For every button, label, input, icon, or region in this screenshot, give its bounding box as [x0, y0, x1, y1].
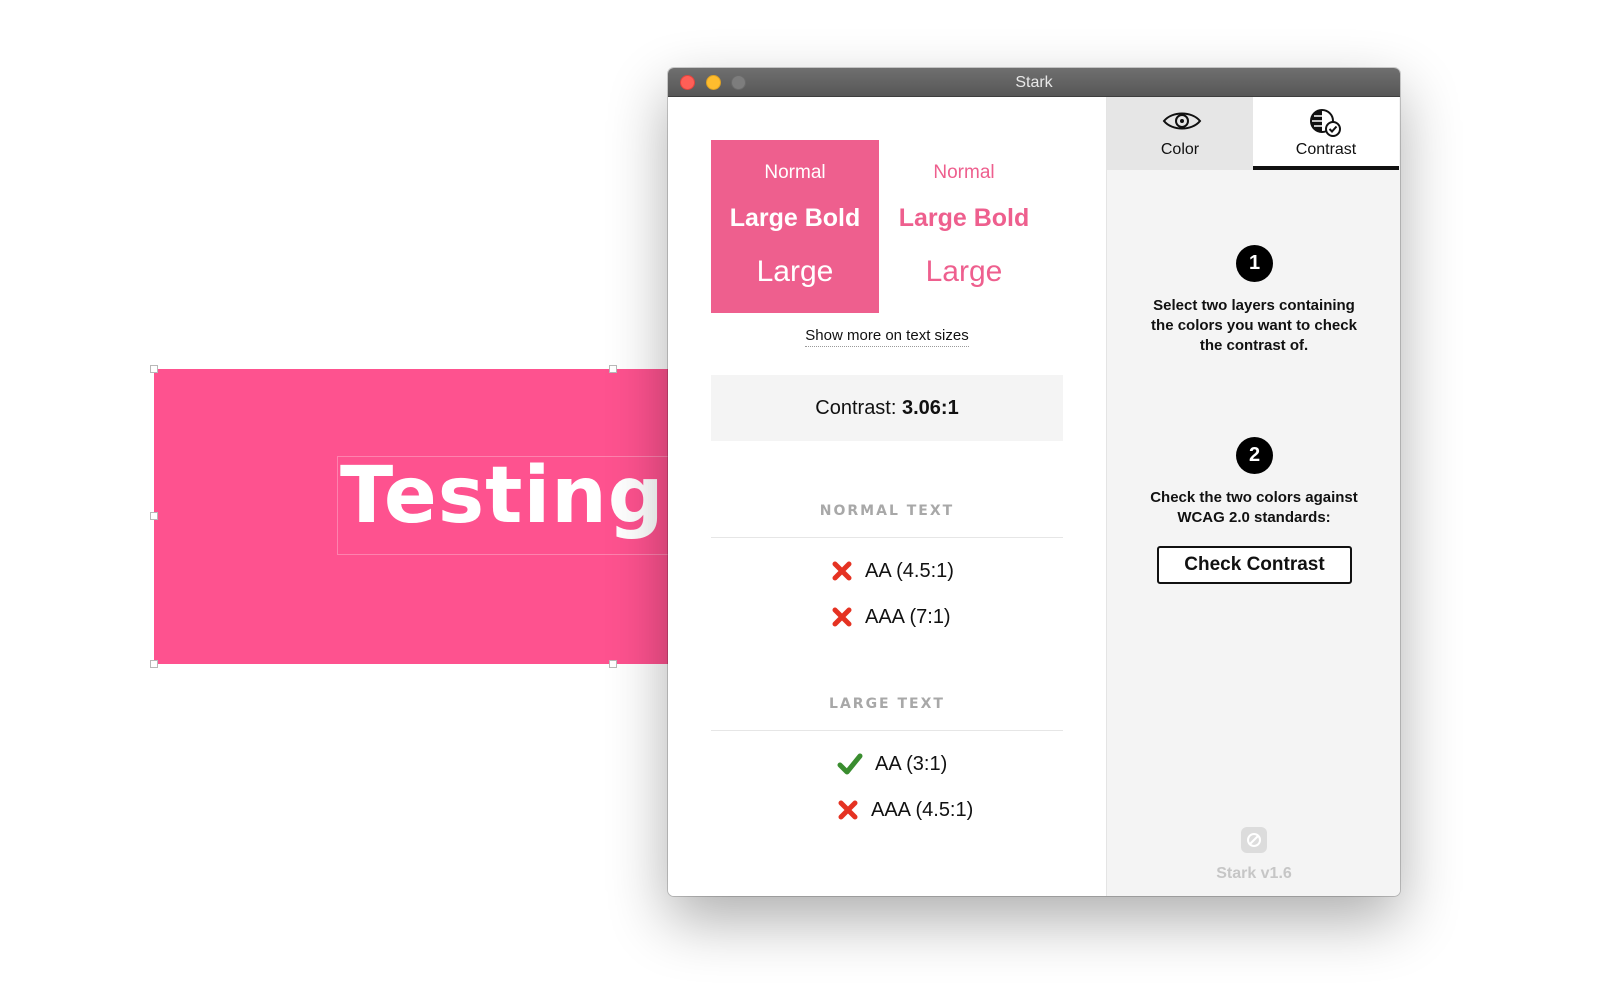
resize-handle-bottom-middle[interactable]	[609, 660, 617, 668]
fail-x-icon	[838, 800, 858, 820]
resize-handle-top-middle[interactable]	[609, 365, 617, 373]
sample-large-bold-text: Large Bold	[729, 204, 861, 232]
large-text-divider	[711, 730, 1063, 731]
check-contrast-button[interactable]: Check Contrast	[1157, 546, 1352, 584]
resize-handle-bottom-left[interactable]	[150, 660, 158, 668]
show-more-text-sizes-row: Show more on text sizes	[668, 325, 1106, 347]
fail-x-icon	[832, 607, 852, 627]
step-2-instructions: Check the two colors against WCAG 2.0 st…	[1150, 489, 1358, 526]
sample-normal-text: Normal	[933, 162, 995, 183]
large-aaa-result: AAA (4.5:1)	[837, 795, 973, 825]
normal-text-header: NORMAL TEXT	[819, 503, 955, 519]
sample-large-bold-text: Large Bold	[898, 204, 1030, 232]
canvas-pink-rectangle[interactable]: Testing 1	[154, 369, 857, 664]
pass-check-icon	[837, 753, 863, 775]
contrast-label: Contrast:	[815, 397, 897, 419]
tab-contrast-label: Contrast	[1295, 141, 1357, 158]
large-aa-result: AA (3:1)	[837, 749, 947, 779]
large-aaa-label: AAA (4.5:1)	[871, 798, 974, 821]
title-bar[interactable]: Stark	[668, 68, 1400, 97]
contrast-ratio-value: 3.06:1	[902, 397, 959, 419]
sample-normal-text: Normal	[764, 162, 826, 183]
contrast-icon	[1310, 109, 1341, 137]
version-label: Stark v1.6	[1216, 865, 1292, 882]
large-text-header: LARGE TEXT	[829, 696, 945, 712]
contrast-sidebar: Color Contrast 1 Select two layers conta…	[1106, 97, 1400, 896]
large-aa-label: AA (3:1)	[875, 752, 948, 775]
tab-color-label: Color	[1160, 141, 1200, 158]
step-1-instructions: Select two layers containing the colors …	[1151, 297, 1357, 354]
normal-aa-result: AA (4.5:1)	[831, 556, 954, 586]
show-more-text-sizes-link[interactable]: Show more on text sizes	[805, 327, 969, 347]
step-2-badge: 2	[1236, 437, 1273, 474]
text-sample-on-white: Normal Large Bold Large	[880, 140, 1048, 313]
text-sample-on-color: Normal Large Bold Large	[711, 140, 879, 313]
eye-icon	[1162, 112, 1202, 130]
resize-handle-middle-left[interactable]	[150, 512, 158, 520]
step-1-badge: 1	[1236, 245, 1273, 282]
stark-logo-icon	[1241, 827, 1267, 853]
sample-large-text: Large	[925, 255, 1003, 288]
stark-window: Stark Normal Large Bold Large Normal Lar…	[668, 68, 1400, 896]
tab-color[interactable]: Color	[1107, 97, 1253, 170]
normal-aa-label: AA (4.5:1)	[865, 559, 954, 582]
contrast-results-panel: Normal Large Bold Large Normal Large Bol…	[668, 97, 1106, 896]
resize-handle-top-left[interactable]	[150, 365, 158, 373]
window-title: Stark	[1015, 74, 1053, 91]
contrast-ratio-box: Contrast: 3.06:1	[711, 375, 1063, 441]
sample-large-text: Large	[756, 255, 834, 288]
fail-x-icon	[832, 561, 852, 581]
normal-text-divider	[711, 537, 1063, 538]
normal-aaa-label: AAA (7:1)	[865, 605, 951, 628]
tab-contrast[interactable]: Contrast	[1253, 97, 1399, 170]
normal-aaa-result: AAA (7:1)	[831, 602, 951, 632]
